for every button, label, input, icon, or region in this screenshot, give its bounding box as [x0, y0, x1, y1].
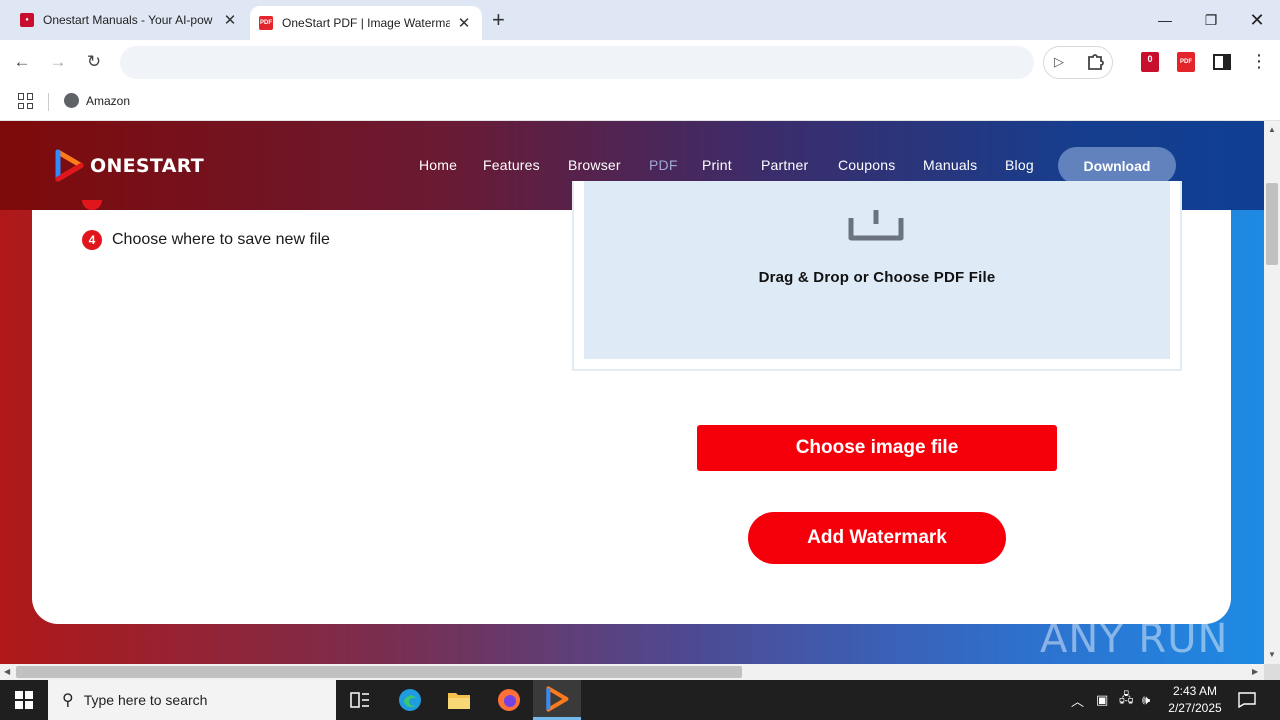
clock-time: 2:43 AM: [1172, 684, 1218, 698]
scroll-down-icon[interactable]: ▼: [1268, 650, 1276, 659]
onestart-logo-icon: [55, 149, 84, 182]
onestart-favicon-icon: ●: [20, 13, 34, 27]
forward-icon[interactable]: →: [46, 50, 70, 74]
cast-icon[interactable]: ▷: [1054, 54, 1064, 70]
vertical-scroll-thumb[interactable]: [1266, 183, 1278, 265]
close-tab-icon[interactable]: ✕: [456, 14, 472, 32]
taskbar-search-placeholder: Type here to search: [83, 692, 208, 708]
pdf-favicon-icon: PDF: [259, 16, 273, 30]
bookmark-amazon[interactable]: Amazon: [64, 93, 130, 108]
tab-title: Onestart Manuals - Your AI-pow: [43, 13, 213, 27]
reload-icon[interactable]: ↻: [82, 50, 106, 74]
step-number-badge: 4: [82, 230, 102, 250]
restore-icon[interactable]: ❐: [1188, 0, 1234, 40]
task-view-icon[interactable]: [336, 680, 384, 720]
step-item: 4 Choose where to save new file: [82, 230, 330, 250]
nav-blog[interactable]: Blog: [1005, 157, 1034, 173]
extensions-pill: ▷: [1043, 46, 1113, 79]
clock-date: 2/27/2025: [1168, 701, 1222, 715]
volume-icon[interactable]: 🕪: [1142, 680, 1150, 720]
logo-text: ONESTART: [90, 154, 205, 177]
browser-toolbar: ← → ↻ ▷ 0 PDF ⋮: [0, 40, 1280, 85]
scroll-up-icon[interactable]: ▲: [1268, 125, 1276, 134]
address-bar[interactable]: [120, 46, 1034, 79]
file-explorer-icon[interactable]: [435, 680, 483, 720]
tab-onestart-pdf[interactable]: PDF OneStart PDF | Image Watermar ✕: [250, 6, 482, 40]
add-watermark-button[interactable]: Add Watermark: [748, 512, 1006, 564]
onestart-taskbar-icon[interactable]: [533, 680, 581, 720]
nav-home[interactable]: Home: [419, 157, 457, 173]
globe-icon: [64, 93, 79, 108]
choose-image-file-button[interactable]: Choose image file: [697, 425, 1057, 471]
bookmark-divider: [48, 93, 49, 111]
network-icon[interactable]: 🖧: [1119, 680, 1134, 720]
step-text: Choose where to save new file: [112, 231, 330, 248]
nav-features[interactable]: Features: [483, 157, 540, 173]
onestart-extension-icon[interactable]: 0: [1141, 52, 1159, 72]
firefox-icon[interactable]: [485, 680, 533, 720]
security-tray-icon[interactable]: ▣: [1096, 680, 1108, 720]
taskbar-clock[interactable]: 2:43 AM 2/27/2025: [1160, 683, 1230, 717]
horizontal-scroll-thumb[interactable]: [16, 666, 742, 678]
nav-print[interactable]: Print: [702, 157, 732, 173]
minimize-icon[interactable]: —: [1142, 0, 1188, 40]
search-icon: ⚲: [62, 692, 74, 709]
back-icon[interactable]: ←: [10, 50, 34, 74]
windows-taskbar: ⚲ Type here to search ︿ ▣ 🖧 🕪 2:43 AM 2/…: [0, 680, 1280, 720]
apps-grid-icon[interactable]: [18, 93, 34, 109]
drop-zone-label: Drag & Drop or Choose PDF File: [758, 269, 996, 286]
new-tab-icon[interactable]: +: [492, 9, 505, 31]
nav-coupons[interactable]: Coupons: [838, 157, 895, 173]
nav-pdf[interactable]: PDF: [649, 157, 678, 173]
scrollbar-corner: [1264, 664, 1280, 680]
bookmarks-bar: Amazon: [0, 85, 1280, 121]
upload-icon: [848, 210, 904, 241]
bookmark-label: Amazon: [86, 93, 131, 108]
close-tab-icon[interactable]: ✕: [222, 11, 238, 29]
side-panel-icon[interactable]: [1213, 54, 1231, 70]
notifications-icon[interactable]: [1238, 680, 1256, 720]
nav-browser[interactable]: Browser: [568, 157, 621, 173]
taskbar-search-box[interactable]: ⚲ Type here to search: [48, 680, 336, 720]
onestart-logo[interactable]: ONESTART: [54, 149, 204, 182]
tab-onestart-manuals[interactable]: ● Onestart Manuals - Your AI-pow ✕: [0, 0, 248, 40]
download-button[interactable]: Download: [1058, 147, 1176, 184]
scroll-right-icon[interactable]: ▶: [1252, 667, 1258, 676]
close-window-icon[interactable]: ✕: [1234, 0, 1280, 40]
tab-strip: ● Onestart Manuals - Your AI-pow ✕ PDF O…: [0, 0, 1280, 40]
anyrun-watermark: ANY RUN: [1040, 616, 1229, 662]
nav-manuals[interactable]: Manuals: [923, 157, 977, 173]
edge-browser-icon[interactable]: [386, 680, 434, 720]
nav-partner[interactable]: Partner: [761, 157, 808, 173]
puzzle-extension-icon[interactable]: [1086, 51, 1106, 73]
show-hidden-icons-chevron-icon[interactable]: ︿: [1071, 680, 1084, 720]
menu-kebab-icon[interactable]: ⋮: [1250, 50, 1268, 72]
tab-title: OneStart PDF | Image Watermar: [282, 16, 450, 30]
windows-start-icon[interactable]: [0, 680, 48, 720]
pdf-extension-icon[interactable]: PDF: [1177, 52, 1195, 72]
scroll-left-icon[interactable]: ◀: [4, 667, 10, 676]
page-viewport: ONESTART Home Features Browser PDF Print…: [0, 121, 1264, 664]
